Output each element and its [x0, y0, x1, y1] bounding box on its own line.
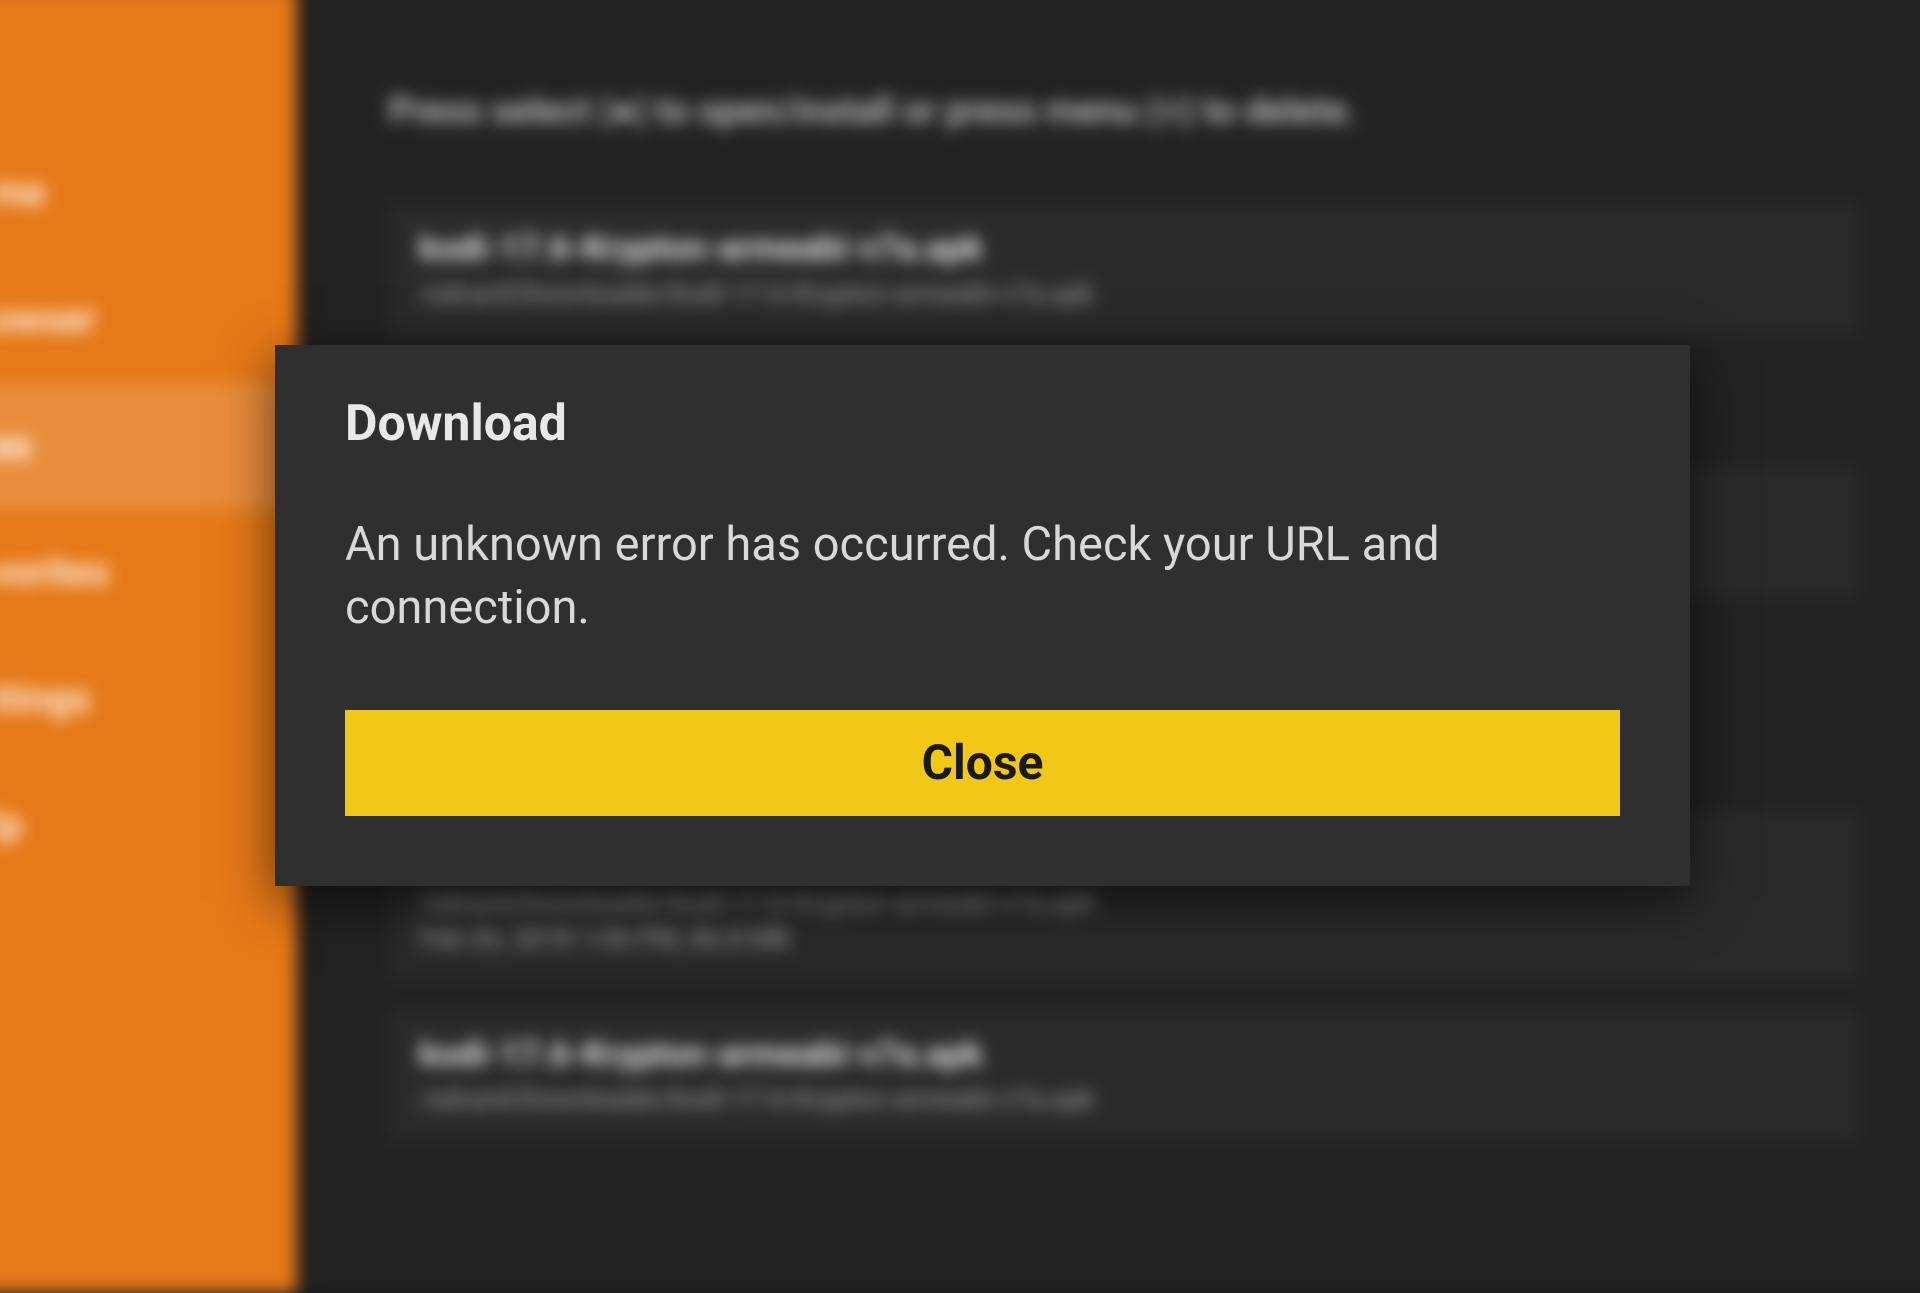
close-button[interactable]: Close — [345, 710, 1620, 816]
error-dialog: Download An unknown error has occurred. … — [275, 345, 1690, 886]
dialog-overlay: Download An unknown error has occurred. … — [0, 0, 1920, 1280]
dialog-title: Download — [345, 395, 1620, 453]
dialog-message: An unknown error has occurred. Check you… — [345, 513, 1620, 640]
